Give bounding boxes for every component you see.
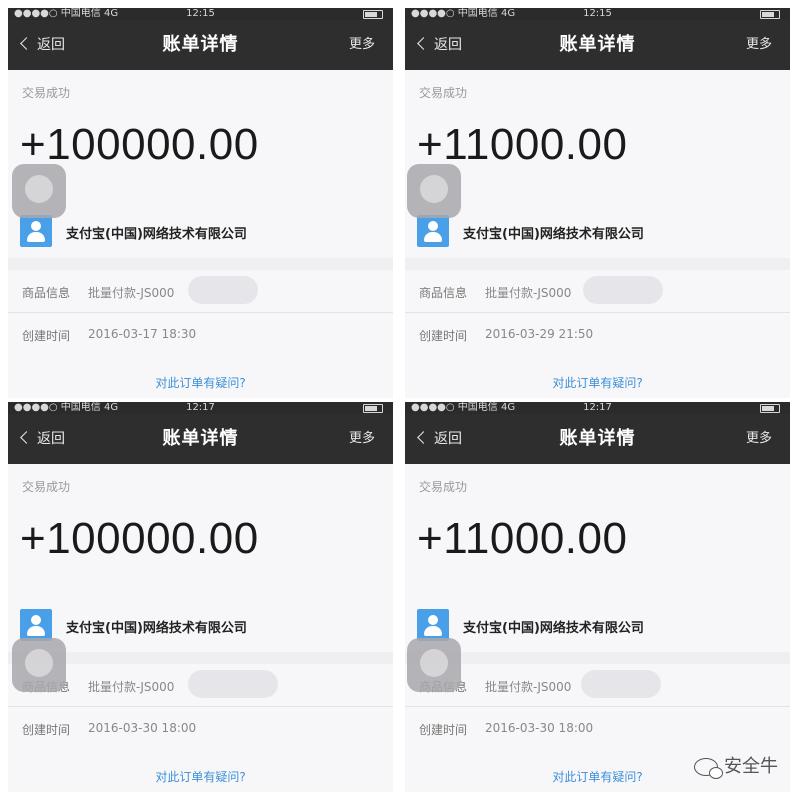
status-bar: ●●●●○ 中国电信 4G 12:15 (8, 8, 393, 20)
order-question-link[interactable]: 对此订单有疑问? (8, 768, 393, 785)
user-avatar-icon (417, 609, 449, 641)
redaction-blur (581, 670, 661, 698)
redaction-blur (188, 276, 258, 304)
product-info-label: 商品信息 (419, 286, 468, 300)
product-info-row: 商品信息 批量付款-JS000 (405, 270, 790, 313)
watermark: 安全牛 (694, 752, 778, 779)
redaction-smudge (12, 164, 66, 218)
created-time-value: 2016-03-30 18:00 (485, 721, 594, 735)
created-time-value: 2016-03-29 21:50 (485, 327, 594, 341)
bill-screen-3: ●●●●○ 中国电信 4G 12:17 返回 账单详情 更多 交易成功 +100… (8, 402, 393, 792)
clock: 12:17 (583, 402, 612, 413)
nav-bar: 返回 账单详情 更多 (405, 20, 790, 70)
bill-screen-1: ●●●●○ 中国电信 4G 12:15 返回 账单详情 更多 交易成功 +100… (8, 8, 393, 398)
product-info-value: 批量付款-JS000 (88, 286, 175, 300)
amount: +11000.00 (417, 120, 628, 169)
transaction-status: 交易成功 (22, 86, 71, 100)
amount: +11000.00 (417, 514, 628, 563)
clock: 12:17 (186, 402, 215, 413)
transaction-status: 交易成功 (22, 480, 71, 494)
created-time-label: 创建时间 (419, 723, 468, 737)
bill-content: 交易成功 +100000.00 支付宝(中国)网络技术有限公司 商品信息 批量付… (8, 70, 393, 398)
bill-screen-4: ●●●●○ 中国电信 4G 12:17 返回 账单详情 更多 交易成功 +110… (405, 402, 790, 792)
transaction-status: 交易成功 (419, 86, 468, 100)
status-bar: ●●●●○ 中国电信 4G 12:15 (405, 8, 790, 20)
payer-name: 支付宝(中国)网络技术有限公司 (66, 621, 247, 636)
redaction-smudge (407, 164, 461, 218)
bill-content: 交易成功 +11000.00 支付宝(中国)网络技术有限公司 商品信息 批量付款… (405, 70, 790, 398)
page-title: 账单详情 (559, 428, 636, 449)
more-button[interactable]: 更多 (349, 414, 375, 464)
created-time-value: 2016-03-17 18:30 (88, 327, 197, 341)
section-divider (405, 652, 790, 664)
redaction-blur (583, 276, 663, 304)
amount: +100000.00 (20, 514, 259, 563)
payer-name: 支付宝(中国)网络技术有限公司 (463, 227, 644, 242)
created-time-label: 创建时间 (419, 329, 468, 343)
created-time-row: 创建时间 2016-03-30 18:00 (405, 707, 790, 749)
created-time-row: 创建时间 2016-03-30 18:00 (8, 707, 393, 749)
battery-icon (363, 404, 383, 413)
created-time-value: 2016-03-30 18:00 (88, 721, 197, 735)
status-bar: ●●●●○ 中国电信 4G 12:17 (405, 402, 790, 414)
page-title: 账单详情 (162, 428, 239, 449)
redaction-smudge (12, 638, 66, 692)
more-button[interactable]: 更多 (746, 20, 772, 70)
order-question-link[interactable]: 对此订单有疑问? (405, 374, 790, 391)
product-info-row: 商品信息 批量付款-JS000 (405, 664, 790, 707)
order-question-link[interactable]: 对此订单有疑问? (8, 374, 393, 391)
watermark-text: 安全牛 (724, 756, 778, 777)
transaction-status: 交易成功 (419, 480, 468, 494)
battery-icon (760, 10, 780, 19)
created-time-row: 创建时间 2016-03-29 21:50 (405, 313, 790, 355)
user-avatar-icon (20, 215, 52, 247)
product-info-value: 批量付款-JS000 (485, 680, 572, 694)
more-button[interactable]: 更多 (746, 414, 772, 464)
amount: +100000.00 (20, 120, 259, 169)
status-bar: ●●●●○ 中国电信 4G 12:17 (8, 402, 393, 414)
redaction-blur (188, 670, 278, 698)
wechat-icon (694, 758, 723, 779)
product-info-label: 商品信息 (22, 286, 71, 300)
bill-content: 交易成功 +100000.00 支付宝(中国)网络技术有限公司 商品信息 批量付… (8, 464, 393, 792)
redaction-smudge (407, 638, 461, 692)
nav-bar: 返回 账单详情 更多 (8, 414, 393, 464)
created-time-row: 创建时间 2016-03-17 18:30 (8, 313, 393, 355)
created-time-label: 创建时间 (22, 329, 71, 343)
battery-icon (760, 404, 780, 413)
clock: 12:15 (186, 8, 215, 19)
bill-screen-2: ●●●●○ 中国电信 4G 12:15 返回 账单详情 更多 交易成功 +110… (405, 8, 790, 398)
nav-bar: 返回 账单详情 更多 (405, 414, 790, 464)
payer-name: 支付宝(中国)网络技术有限公司 (66, 227, 247, 242)
clock: 12:15 (583, 8, 612, 19)
nav-bar: 返回 账单详情 更多 (8, 20, 393, 70)
created-time-label: 创建时间 (22, 723, 71, 737)
battery-icon (363, 10, 383, 19)
product-info-value: 批量付款-JS000 (88, 680, 175, 694)
section-divider (405, 258, 790, 270)
page-title: 账单详情 (162, 34, 239, 55)
page-title: 账单详情 (559, 34, 636, 55)
section-divider (8, 258, 393, 270)
more-button[interactable]: 更多 (349, 20, 375, 70)
payer-name: 支付宝(中国)网络技术有限公司 (463, 621, 644, 636)
product-info-value: 批量付款-JS000 (485, 286, 572, 300)
user-avatar-icon (417, 215, 449, 247)
bill-content: 交易成功 +11000.00 支付宝(中国)网络技术有限公司 商品信息 批量付款… (405, 464, 790, 792)
product-info-row: 商品信息 批量付款-JS000 (8, 270, 393, 313)
user-avatar-icon (20, 609, 52, 641)
